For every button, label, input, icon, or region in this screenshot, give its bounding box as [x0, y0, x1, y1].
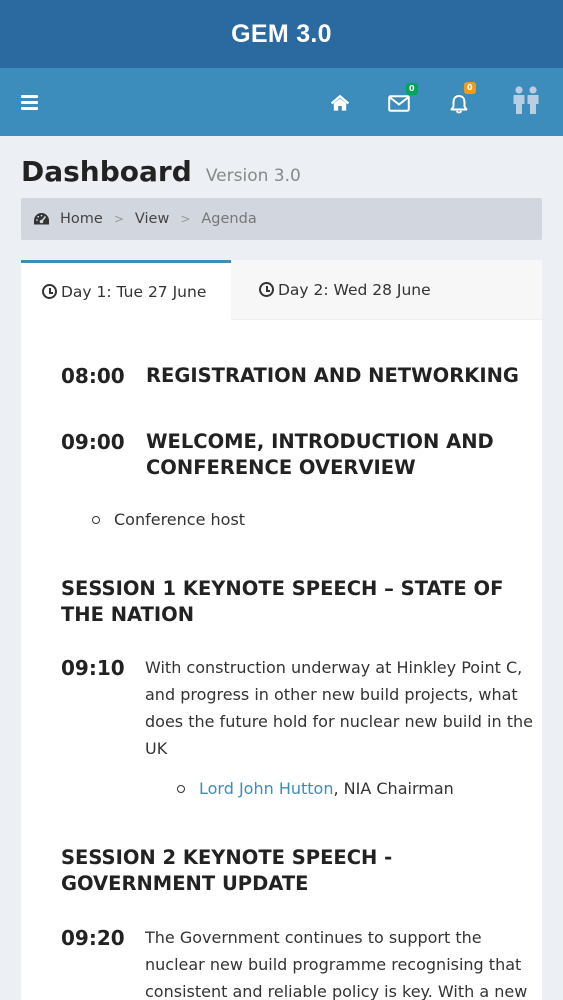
agenda-time: 09:10 — [61, 656, 125, 680]
breadcrumb-agenda: Agenda — [201, 211, 257, 227]
tab-day-1-label: Day 1: Tue 27 June — [61, 282, 207, 301]
app-title-bar: GEM 3.0 — [0, 0, 563, 68]
navbar: 0 0 — [0, 68, 563, 136]
session-description: The Government continues to support the … — [145, 928, 528, 1000]
session-title: SESSION 2 KEYNOTE SPEECH - — [61, 846, 393, 869]
messages-button[interactable]: 0 — [386, 83, 418, 116]
app-title: GEM 3.0 — [231, 19, 332, 48]
breadcrumb-separator: > — [113, 212, 124, 226]
speaker-list-item: Lord John Hutton , NIA Chairman — [177, 779, 454, 798]
bullet-icon — [92, 515, 100, 524]
users-icon[interactable] — [509, 84, 543, 116]
bullet-icon — [177, 784, 185, 793]
notifications-button[interactable]: 0 — [447, 82, 477, 116]
agenda-item-title: REGISTRATION AND NETWORKING — [146, 364, 519, 387]
breadcrumb-view[interactable]: View — [135, 211, 169, 227]
messages-badge: 0 — [406, 83, 418, 95]
envelope-icon — [388, 95, 410, 112]
bell-icon — [450, 95, 468, 114]
menu-icon[interactable] — [16, 90, 42, 114]
clock-icon — [42, 284, 57, 299]
agenda-time: 08:00 — [61, 364, 125, 388]
session-title: SESSION 1 KEYNOTE SPEECH – STATE OF — [61, 577, 504, 600]
agenda-box: Day 1: Tue 27 June Day 2: Wed 28 June 08… — [21, 260, 542, 1000]
day-tabs: Day 1: Tue 27 June Day 2: Wed 28 June — [21, 260, 542, 320]
session-title: THE NATION — [61, 603, 195, 626]
content-header: Dashboard Version 3.0 — [21, 155, 542, 188]
home-icon[interactable] — [329, 92, 351, 112]
breadcrumb: Home > View > Agenda — [21, 198, 542, 240]
tab-day-2[interactable]: Day 2: Wed 28 June — [231, 260, 542, 320]
page-subtitle: Version 3.0 — [205, 166, 301, 186]
breadcrumb-separator: > — [180, 212, 191, 226]
tab-day-1[interactable]: Day 1: Tue 27 June — [21, 260, 231, 320]
page-title: Dashboard — [21, 155, 192, 188]
agenda-time: 09:00 — [61, 430, 125, 454]
agenda-time: 09:20 — [61, 926, 125, 950]
speaker-text: Conference host — [114, 510, 246, 529]
tab-day-2-label: Day 2: Wed 28 June — [278, 280, 431, 299]
agenda-item-title: CONFERENCE OVERVIEW — [146, 456, 416, 479]
agenda-item-title: WELCOME, INTRODUCTION AND — [146, 430, 494, 453]
session-description: With construction underway at Hinkley Po… — [145, 658, 533, 758]
notifications-badge: 0 — [464, 82, 476, 94]
speaker-link[interactable]: Lord John Hutton — [199, 779, 333, 798]
dashboard-icon — [34, 213, 49, 225]
clock-icon — [259, 282, 274, 297]
session-title: GOVERNMENT UPDATE — [61, 872, 309, 895]
speaker-role: , NIA Chairman — [333, 779, 454, 798]
speaker-list-item: Conference host — [92, 510, 245, 529]
breadcrumb-home[interactable]: Home — [60, 211, 103, 227]
